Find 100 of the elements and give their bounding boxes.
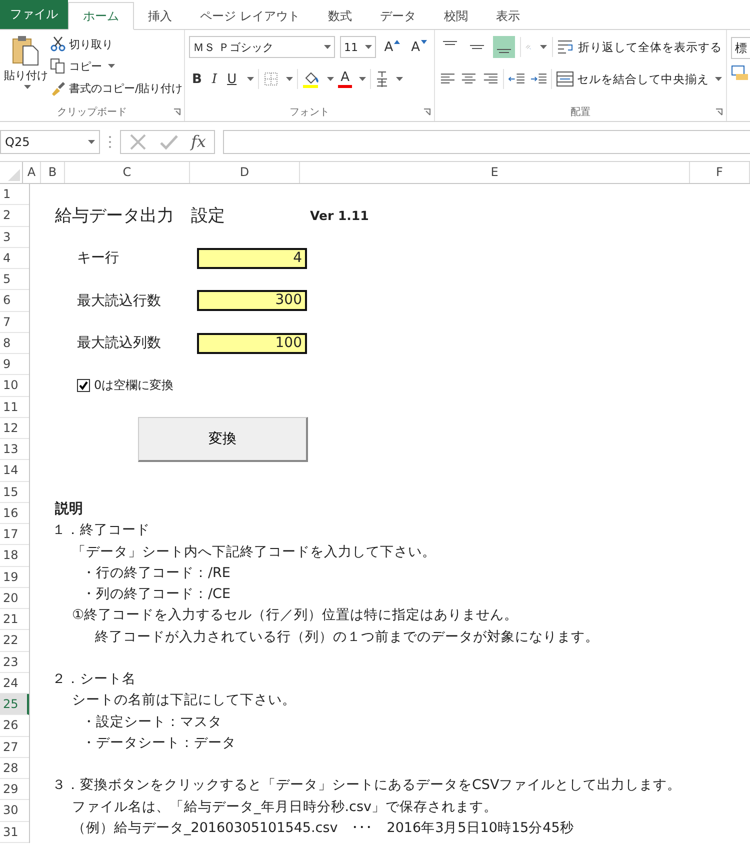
- caret-icon[interactable]: [326, 77, 334, 81]
- ribbon-tab[interactable]: ページ レイアウト: [186, 3, 314, 29]
- ribbon-tab[interactable]: 表示: [482, 3, 534, 29]
- setting-value-cell[interactable]: 300: [197, 290, 307, 312]
- font-name-dropdown[interactable]: ＭＳ Ｐゴシック: [189, 36, 336, 58]
- underline-button[interactable]: U: [224, 72, 240, 86]
- column-header[interactable]: C: [65, 162, 190, 183]
- row-header[interactable]: 14: [0, 460, 29, 482]
- row-header[interactable]: 5: [0, 269, 29, 290]
- description-text: シートの名前は下記にして下さい。: [72, 691, 296, 710]
- conditional-format-icon[interactable]: [731, 65, 749, 81]
- number-format-dropdown[interactable]: 標: [731, 37, 750, 59]
- column-header[interactable]: F: [690, 162, 750, 183]
- caret-icon: [24, 85, 31, 89]
- row-header[interactable]: 2: [0, 205, 29, 226]
- vertical-align-button[interactable]: [493, 36, 515, 58]
- bold-button[interactable]: B: [189, 72, 205, 86]
- row-header[interactable]: 27: [0, 736, 29, 758]
- row-header[interactable]: 28: [0, 758, 29, 779]
- row-header[interactable]: 31: [0, 822, 29, 843]
- increase-indent-icon[interactable]: [530, 72, 547, 86]
- checkbox[interactable]: [77, 379, 90, 392]
- formula-input[interactable]: [222, 130, 750, 154]
- merge-center-button[interactable]: セルを結合して中央揃え: [556, 69, 722, 89]
- row-header[interactable]: 6: [0, 290, 29, 312]
- down-arrow-icon: [421, 40, 427, 44]
- caret-icon[interactable]: [540, 45, 547, 49]
- caret-icon[interactable]: [286, 77, 293, 81]
- caret-icon[interactable]: [359, 77, 366, 81]
- grow-font-button[interactable]: A: [381, 40, 404, 54]
- row-header[interactable]: 8: [0, 332, 29, 354]
- description-text: （例）給与データ_20160305101545.csv ･･･ 2016年3月5日10時15分45秒: [72, 818, 574, 837]
- row-header[interactable]: 29: [0, 779, 29, 800]
- row-header[interactable]: 12: [0, 418, 29, 439]
- row-header[interactable]: 30: [0, 800, 29, 822]
- convert-button[interactable]: 変換: [138, 416, 308, 462]
- caret-icon[interactable]: [246, 77, 254, 81]
- font-size-dropdown[interactable]: 11: [340, 36, 376, 58]
- italic-button[interactable]: I: [208, 72, 220, 86]
- paste-button[interactable]: 貼り付け: [4, 34, 48, 98]
- row-header[interactable]: 10: [0, 375, 29, 396]
- horizontal-align-icon[interactable]: [482, 72, 500, 86]
- ribbon-tab[interactable]: データ: [366, 3, 430, 29]
- caret-icon: [88, 140, 95, 144]
- row-header[interactable]: 11: [0, 396, 29, 418]
- description-text: ・行の終了コード：/RE: [82, 564, 230, 582]
- row-header[interactable]: 7: [0, 312, 29, 333]
- horizontal-align-icon[interactable]: [439, 72, 456, 86]
- dialog-launcher-icon[interactable]: [423, 108, 431, 116]
- row-header[interactable]: 9: [0, 354, 29, 376]
- caret-icon[interactable]: [396, 77, 404, 81]
- setting-value-cell[interactable]: 4: [197, 248, 307, 269]
- copy-button[interactable]: コピー: [50, 56, 183, 76]
- column-header[interactable]: B: [41, 162, 65, 183]
- column-header[interactable]: E: [300, 162, 690, 183]
- cut-button[interactable]: 切り取り: [50, 34, 183, 54]
- checkmark-icon[interactable]: [159, 132, 179, 150]
- row-header[interactable]: 21: [0, 609, 29, 630]
- setting-label: 最大読込行数: [77, 292, 162, 310]
- row-header[interactable]: 18: [0, 545, 29, 566]
- row-header[interactable]: 19: [0, 566, 29, 588]
- decrease-indent-icon[interactable]: [508, 72, 526, 86]
- borders-icon[interactable]: [262, 71, 279, 87]
- lines-icon: [497, 49, 511, 53]
- format-painter-button[interactable]: 書式のコピー/貼り付け: [50, 78, 183, 98]
- row-header[interactable]: 16: [0, 502, 29, 524]
- row-header[interactable]: 23: [0, 652, 29, 673]
- fill-color-icon[interactable]: [302, 70, 320, 88]
- ribbon-tab[interactable]: 校閲: [430, 3, 482, 29]
- shrink-font-button[interactable]: A: [408, 40, 430, 54]
- ribbon-tab[interactable]: 挿入: [134, 3, 186, 29]
- caret-icon: [108, 64, 115, 68]
- section-heading: １．終了コード: [52, 521, 150, 540]
- row-header[interactable]: 20: [0, 588, 29, 609]
- description-text: ・データシート：データ: [82, 734, 236, 752]
- row-header[interactable]: 4: [0, 248, 29, 269]
- row-header[interactable]: 15: [0, 482, 29, 503]
- ribbon-tab[interactable]: 数式: [314, 3, 366, 29]
- ribbon-tab[interactable]: ホーム: [68, 2, 134, 30]
- row-header[interactable]: 13: [0, 439, 29, 460]
- column-header[interactable]: D: [190, 162, 300, 183]
- row-header[interactable]: 1: [0, 184, 29, 206]
- dialog-launcher-icon[interactable]: [715, 108, 723, 116]
- font-color-button[interactable]: A: [338, 70, 352, 88]
- row-header[interactable]: 17: [0, 524, 29, 546]
- row-header[interactable]: 3: [0, 226, 29, 248]
- lines-icon: [470, 45, 484, 49]
- row-header[interactable]: 25: [0, 694, 29, 716]
- horizontal-align-icon[interactable]: [460, 72, 478, 86]
- file-tab[interactable]: ファイル: [0, 0, 68, 29]
- drag-handle-icon[interactable]: [108, 134, 112, 148]
- row-header[interactable]: 26: [0, 715, 29, 736]
- column-header[interactable]: A: [23, 162, 41, 183]
- name-box[interactable]: Q25: [0, 130, 100, 154]
- row-header[interactable]: 22: [0, 630, 29, 652]
- wrap-text-button[interactable]: 折り返して全体を表示する: [556, 37, 722, 57]
- section-heading: ３．変換ボタンをクリックすると「データ」シートにあるデータをCSVファイルとして出力します。: [52, 776, 682, 794]
- dialog-launcher-icon[interactable]: [173, 108, 181, 116]
- insert-function-button[interactable]: fx: [191, 132, 206, 151]
- setting-value-cell[interactable]: 100: [197, 332, 307, 354]
